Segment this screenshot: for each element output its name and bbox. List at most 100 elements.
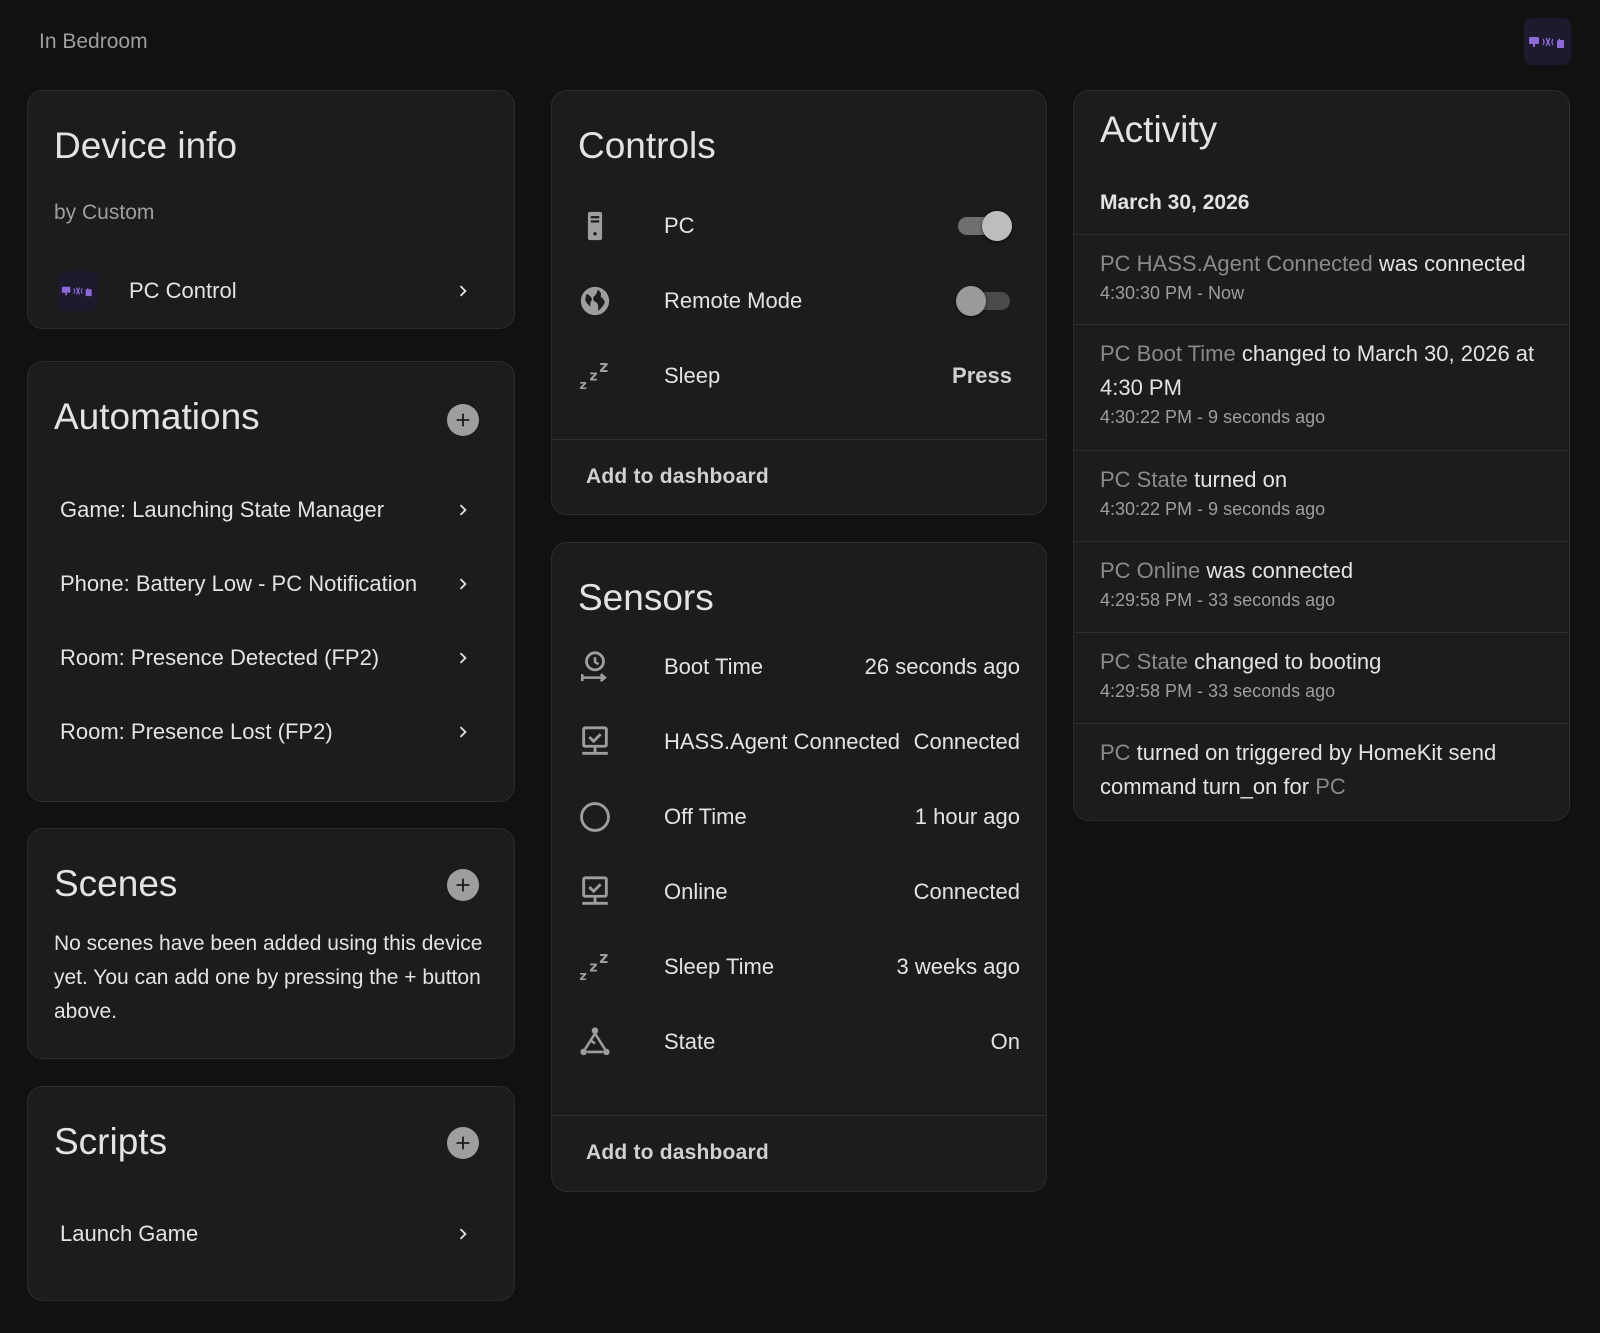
sensor-row[interactable]: Online Connected <box>552 855 1046 929</box>
activity-card: Activity March 30, 2026 PC HASS.Agent Co… <box>1073 90 1570 821</box>
activity-text: was connected <box>1372 251 1526 276</box>
pc-control-logo <box>58 271 98 311</box>
chevron-right-icon <box>459 1228 467 1240</box>
svg-text:z: z <box>599 359 608 376</box>
automation-item[interactable]: Room: Presence Detected (FP2) <box>28 621 514 695</box>
control-row[interactable]: Remote Mode <box>552 264 1046 338</box>
sensor-row[interactable]: State On <box>552 1005 1046 1079</box>
scenes-empty-text: No scenes have been added using this dev… <box>54 932 483 1023</box>
activity-entity-link[interactable]: PC State <box>1100 467 1188 492</box>
activity-timestamp: 4:29:58 PM - 33 seconds ago <box>1100 590 1336 610</box>
scenes-card: Scenes No scenes have been added using t… <box>27 828 515 1059</box>
activity-entry[interactable]: PC State turned on 4:30:22 PM - 9 seconds… <box>1074 450 1569 541</box>
top-bar: In Bedroom <box>0 0 1600 88</box>
activity-timestamp: 4:30:22 PM - 9 seconds ago <box>1100 407 1326 427</box>
script-item[interactable]: Launch Game <box>28 1197 514 1271</box>
activity-text: was connected <box>1200 558 1354 583</box>
sensor-state: 3 weeks ago <box>896 954 1020 979</box>
sensors-card: Sensors Boot Time 26 seconds ago HASS.Agen… <box>551 542 1047 1192</box>
svg-text:z: z <box>589 959 597 975</box>
desktop-tower-icon <box>578 209 612 243</box>
automation-label: Phone: Battery Low - PC Notification <box>60 571 418 596</box>
automation-item[interactable]: Room: Presence Lost (FP2) <box>28 695 514 769</box>
automations-card: Automations Game: Launching State Manage… <box>27 361 515 802</box>
activity-message: PC State turned on <box>1100 463 1543 497</box>
automation-label: Room: Presence Lost (FP2) <box>60 719 333 744</box>
add-automation-button[interactable] <box>447 404 479 436</box>
script-label: Launch Game <box>60 1221 199 1246</box>
activity-entity-link[interactable]: PC Boot Time <box>1100 341 1236 366</box>
manufacturer-text: by Custom <box>54 201 155 224</box>
add-scene-button[interactable] <box>447 869 479 901</box>
add-script-button[interactable] <box>447 1127 479 1159</box>
controls-title: Controls <box>578 125 716 166</box>
activity-entity-link[interactable]: PC HASS.Agent Connected <box>1100 251 1373 276</box>
activity-message: PC Online was connected <box>1100 554 1543 588</box>
activity-timestamp: 4:29:58 PM - 33 seconds ago <box>1100 681 1336 701</box>
integration-row[interactable]: PC Control <box>28 254 514 328</box>
control-name: PC <box>664 213 695 238</box>
automation-item[interactable]: Phone: Battery Low - PC Notification <box>28 547 514 621</box>
toggle-switch[interactable] <box>956 283 1012 319</box>
sensor-name: State <box>664 1029 716 1054</box>
chevron-right-icon <box>459 578 467 590</box>
activity-title: Activity <box>1100 109 1218 150</box>
automation-item[interactable]: Game: Launching State Manager <box>28 473 514 547</box>
sensor-name: Sleep Time <box>664 954 775 979</box>
activity-entry[interactable]: PC Boot Time changed to March 30, 2026 a… <box>1074 324 1569 450</box>
activity-timestamp: 4:30:22 PM - 9 seconds ago <box>1100 499 1326 519</box>
sensor-row[interactable]: HASS.Agent Connected Connected <box>552 705 1046 779</box>
device-logo-button[interactable] <box>1524 18 1571 65</box>
chevron-right-icon <box>459 652 467 664</box>
web-globe-icon <box>578 284 612 318</box>
sensor-state: 26 seconds ago <box>864 654 1020 679</box>
controls-add-to-dashboard-button[interactable]: Add to dashboard <box>586 465 769 489</box>
activity-text: turned on <box>1188 467 1288 492</box>
chevron-right-icon <box>459 726 467 738</box>
integration-label: PC Control <box>129 278 237 303</box>
activity-entry[interactable]: PC HASS.Agent Connected was connected 4:3… <box>1074 234 1569 324</box>
sensor-row[interactable]: z z z Sleep Time 3 weeks ago <box>552 930 1046 1004</box>
activity-timestamp: 4:30:30 PM - Now <box>1100 283 1245 303</box>
activity-entity-link[interactable]: PC State <box>1100 649 1188 674</box>
toggle-knob <box>956 286 986 316</box>
area-label[interactable]: In Bedroom <box>39 30 148 54</box>
automation-label: Room: Presence Detected (FP2) <box>60 645 380 670</box>
chevron-right-icon <box>459 285 467 297</box>
svg-text:z: z <box>579 969 586 984</box>
toggle-knob <box>982 211 1012 241</box>
toggle-switch[interactable] <box>956 208 1012 244</box>
activity-text: changed to booting <box>1188 649 1382 674</box>
sensor-row[interactable]: Boot Time 26 seconds ago <box>552 630 1046 704</box>
device-info-title: Device info <box>54 125 238 166</box>
activity-entry[interactable]: PC State changed to booting 4:29:58 PM - … <box>1074 632 1569 723</box>
control-name: Sleep <box>664 363 721 388</box>
activity-entity-link[interactable]: PC <box>1315 774 1346 799</box>
sensors-add-to-dashboard-button[interactable]: Add to dashboard <box>586 1141 769 1165</box>
activity-entity-link[interactable]: PC <box>1100 740 1131 765</box>
activity-message: PC turned on triggered by HomeKit send c… <box>1100 736 1543 804</box>
activity-text: turned on triggered by HomeKit send comm… <box>1100 740 1497 799</box>
activity-entry[interactable]: PC Online was connected 4:29:58 PM - 33 s… <box>1074 541 1569 632</box>
chevron-right-icon <box>459 504 467 516</box>
sensor-name: HASS.Agent Connected <box>664 729 901 754</box>
sensor-name: Boot Time <box>664 654 764 679</box>
scripts-card: Scripts Launch Game <box>27 1086 515 1301</box>
automations-title: Automations <box>54 396 260 437</box>
circle-outline-icon <box>578 800 612 834</box>
plus-icon <box>456 1136 470 1150</box>
activity-entry[interactable]: PC turned on triggered by HomeKit send c… <box>1074 723 1569 820</box>
press-button[interactable]: Press <box>952 363 1012 389</box>
device-info-card: Device info by Custom PC Control <box>27 90 515 329</box>
plus-icon <box>456 413 470 427</box>
activity-entity-link[interactable]: PC Online <box>1100 558 1200 583</box>
controls-card: Controls PC Remote Mode z z z Sleep Press Add … <box>551 90 1047 515</box>
control-row[interactable]: z z z Sleep Press <box>552 339 1046 413</box>
sensor-state: 1 hour ago <box>914 804 1020 829</box>
state-machine-icon <box>578 1025 612 1059</box>
activity-message: PC Boot Time changed to March 30, 2026 a… <box>1100 337 1543 405</box>
control-row[interactable]: PC <box>552 189 1046 263</box>
activity-message: PC State changed to booting <box>1100 645 1543 679</box>
sensor-row[interactable]: Off Time 1 hour ago <box>552 780 1046 854</box>
scenes-title: Scenes <box>54 863 178 904</box>
